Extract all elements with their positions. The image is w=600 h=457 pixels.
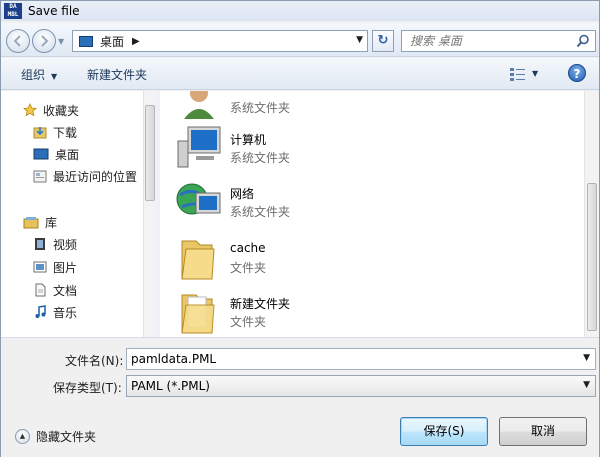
file-name: 计算机 (230, 133, 267, 147)
app-icon-text-top: DA (9, 3, 17, 10)
refresh-button[interactable]: ↻ (372, 30, 394, 52)
file-name: cache (230, 241, 266, 255)
network-icon (176, 183, 221, 215)
navigation-scrollbar-thumb[interactable] (145, 105, 155, 201)
file-type: 文件夹 (230, 261, 267, 275)
navigation-bar: ▼ 桌面 ▶ ▼ ↻ (1, 23, 599, 57)
filetype-value: PAML (*.PML) (131, 379, 210, 393)
app-icon-text-bottom: MBL (7, 11, 19, 18)
list-item[interactable]: 计算机 系统文件夹 (174, 123, 554, 175)
desktop-location-icon (79, 35, 93, 47)
save-form: 文件名(N): ▼ 保存类型(T): PAML (*.PML) ▼ ▲ 隐藏文件… (1, 337, 599, 457)
folder-icon (181, 240, 215, 280)
folder-icon (181, 294, 215, 334)
file-type: 系统文件夹 (230, 151, 291, 165)
forward-button[interactable] (32, 29, 56, 53)
organize-label: 组织 (21, 68, 46, 82)
address-bar[interactable]: 桌面 ▶ ▼ (72, 30, 368, 52)
forward-arrow-icon (41, 35, 49, 47)
nav-item-recent-places[interactable]: 最近访问的位置 (1, 166, 137, 186)
user-folder-icon (184, 91, 214, 119)
list-item[interactable]: cache 文件夹 (174, 233, 554, 285)
chevron-up-icon: ▲ (15, 429, 30, 444)
recent-places-icon (33, 170, 47, 183)
window-title: Save file (28, 4, 80, 18)
file-type: 文件夹 (230, 315, 267, 329)
title-bar[interactable]: DA MBL Save file (1, 1, 599, 21)
save-file-dialog: DA MBL Save file ▼ 桌面 ▶ ▼ ↻ 搜索 桌面 组织 ▼ 新… (0, 0, 600, 457)
nav-item-downloads[interactable]: 下载 (1, 122, 77, 142)
filename-input[interactable] (127, 349, 567, 369)
downloads-folder-icon (33, 127, 47, 139)
change-view-icon[interactable] (509, 66, 527, 82)
breadcrumb-desktop[interactable]: 桌面 (100, 33, 124, 50)
back-arrow-icon (13, 35, 21, 47)
file-list-scrollbar[interactable] (584, 91, 599, 337)
computer-icon (177, 126, 221, 168)
documents-library-icon (35, 283, 46, 297)
video-library-icon (35, 238, 45, 250)
new-folder-button[interactable]: 新建文件夹 (87, 66, 147, 83)
help-button[interactable]: ? (568, 64, 586, 82)
command-bar: 组织 ▼ 新建文件夹 ▼ ? (1, 58, 599, 90)
nav-item-label: 库 (45, 215, 58, 230)
organize-button[interactable]: 组织 ▼ (21, 66, 57, 83)
search-box[interactable] (401, 30, 596, 52)
save-button[interactable]: 保存(S) (400, 417, 488, 446)
nav-item-label: 下载 (53, 125, 78, 140)
library-icon (23, 217, 39, 229)
nav-item-favorites[interactable]: 收藏夹 (1, 100, 79, 120)
file-list-scrollbar-thumb[interactable] (587, 183, 597, 331)
file-name: 网络 (230, 187, 255, 201)
pictures-library-icon (33, 261, 47, 273)
hide-folders-toggle[interactable]: ▲ 隐藏文件夹 (15, 428, 96, 445)
address-dropdown-icon[interactable]: ▼ (356, 35, 363, 45)
recent-locations-dropdown[interactable]: ▼ (58, 37, 64, 46)
nav-item-libraries[interactable]: 库 (1, 212, 57, 232)
nav-item-label: 视频 (53, 237, 78, 252)
desktop-icon (33, 148, 49, 160)
nav-item-label: 音乐 (53, 305, 78, 320)
nav-item-pictures[interactable]: 图片 (1, 257, 77, 277)
chevron-down-icon: ▼ (51, 72, 58, 81)
file-name: 新建文件夹 (230, 297, 291, 311)
nav-item-label: 文档 (53, 283, 78, 298)
music-library-icon (35, 305, 46, 318)
nav-item-label: 图片 (53, 260, 78, 275)
search-icon[interactable] (576, 34, 590, 48)
star-icon (23, 103, 37, 117)
nav-item-label: 最近访问的位置 (53, 169, 138, 184)
nav-item-label: 桌面 (55, 147, 80, 162)
file-type: 系统文件夹 (230, 205, 291, 219)
list-item[interactable]: 系统文件夹 (174, 91, 554, 125)
list-item[interactable]: 新建文件夹 文件夹 (174, 287, 554, 337)
filename-field[interactable]: ▼ (126, 348, 596, 370)
filename-dropdown-icon[interactable]: ▼ (583, 353, 590, 363)
app-icon: DA MBL (4, 3, 22, 19)
search-input[interactable] (402, 31, 572, 51)
nav-item-documents[interactable]: 文档 (1, 280, 77, 300)
nav-item-label: 收藏夹 (43, 103, 80, 118)
filetype-dropdown-icon[interactable]: ▼ (583, 380, 590, 390)
nav-item-music[interactable]: 音乐 (1, 302, 77, 322)
nav-item-videos[interactable]: 视频 (1, 234, 77, 254)
filetype-label: 保存类型(T): (53, 381, 122, 395)
view-options-dropdown-icon[interactable]: ▼ (532, 69, 538, 78)
list-item[interactable]: 网络 系统文件夹 (174, 177, 554, 229)
nav-item-desktop[interactable]: 桌面 (1, 144, 79, 164)
file-type: 系统文件夹 (230, 101, 291, 115)
navigation-pane-scrollbar[interactable] (143, 91, 156, 337)
filename-label: 文件名(N): (65, 354, 124, 368)
navigation-pane: 收藏夹 下载 桌面 最近访问的位置 库 视频 图片 文档 音乐 (1, 91, 143, 337)
cancel-button[interactable]: 取消 (499, 417, 587, 446)
hide-folders-label: 隐藏文件夹 (36, 430, 97, 444)
breadcrumb-arrow-icon[interactable]: ▶ (132, 36, 140, 47)
filetype-select[interactable]: PAML (*.PML) ▼ (126, 375, 596, 397)
file-list: 系统文件夹 计算机 系统文件夹 网络 系统文件夹 cache 文件夹 新建文件夹… (160, 91, 584, 337)
back-button[interactable] (6, 29, 30, 53)
